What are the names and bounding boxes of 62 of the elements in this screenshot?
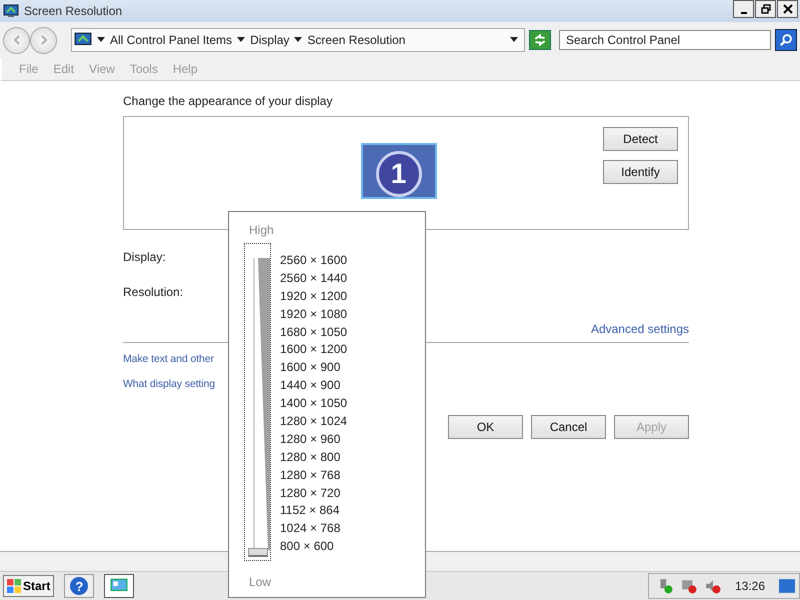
- resolution-option[interactable]: 1280 × 720: [280, 484, 348, 502]
- resolution-option[interactable]: 1280 × 800: [280, 448, 348, 467]
- slider-thumb[interactable]: [248, 548, 268, 557]
- refresh-button[interactable]: [529, 30, 551, 50]
- restore-button[interactable]: [755, 0, 776, 18]
- resolution-option[interactable]: 1440 × 900: [280, 377, 348, 396]
- caret-icon[interactable]: [97, 37, 105, 43]
- resolution-option[interactable]: 1680 × 1050: [280, 324, 348, 342]
- breadcrumb[interactable]: Screen Resolution: [307, 33, 406, 47]
- clock: 13:26: [734, 579, 765, 593]
- resolution-option[interactable]: 1600 × 900: [280, 359, 348, 378]
- search-button[interactable]: [775, 29, 797, 51]
- field-label: Display:: [123, 250, 166, 266]
- resolution-option[interactable]: 1152 × 864: [280, 502, 348, 520]
- windows-logo-icon: [7, 579, 21, 593]
- monitor-icon: [110, 578, 128, 594]
- resolution-option[interactable]: 800 × 600: [280, 538, 348, 556]
- close-button[interactable]: [777, 0, 798, 18]
- restore-icon: [760, 4, 770, 14]
- caret-icon[interactable]: [294, 37, 302, 43]
- field-label: Resolution:: [123, 285, 184, 301]
- panel-button[interactable]: Detect: [603, 127, 678, 151]
- resolution-option[interactable]: 1920 × 1200: [280, 288, 348, 306]
- help-link[interactable]: What display setting: [123, 378, 215, 393]
- resolution-slider[interactable]: [244, 243, 271, 561]
- panel-button[interactable]: Identify: [603, 160, 678, 184]
- close-icon: [782, 4, 792, 14]
- minimize-icon: [740, 12, 746, 14]
- resolution-option[interactable]: 1280 × 960: [280, 430, 348, 449]
- resolution-option[interactable]: 2560 × 1600: [280, 252, 348, 270]
- search-field[interactable]: Search Control Panel: [559, 30, 771, 50]
- resolution-option[interactable]: 1280 × 768: [280, 466, 348, 485]
- breadcrumb[interactable]: Display: [250, 33, 290, 47]
- start-button[interactable]: Start: [3, 575, 54, 597]
- help-taskbar-button[interactable]: ?: [64, 574, 94, 598]
- breadcrumb[interactable]: All Control Panel Items: [110, 33, 232, 47]
- search-icon: [779, 33, 793, 47]
- minimize-button[interactable]: [733, 0, 754, 18]
- dialog-button[interactable]: OK: [448, 415, 523, 439]
- help-link[interactable]: Make text and other: [123, 353, 214, 368]
- dialog-button[interactable]: Cancel: [531, 415, 606, 439]
- dropdown-caret-icon[interactable]: [510, 37, 518, 43]
- refresh-icon: [533, 33, 547, 47]
- muted-speaker-icon[interactable]: [704, 578, 721, 594]
- window-title: Screen Resolution: [24, 4, 122, 18]
- resolution-option[interactable]: 1400 × 1050: [280, 395, 348, 414]
- monitor-number: 1: [376, 151, 422, 197]
- resolution-option[interactable]: 1920 × 1080: [280, 306, 348, 324]
- low-label: Low: [248, 575, 272, 589]
- heading: Change the appearance of your display: [123, 94, 334, 108]
- high-label: High: [248, 223, 275, 237]
- advanced-settings-link[interactable]: Advanced settings: [590, 322, 689, 336]
- resolution-option[interactable]: 1600 × 1200: [280, 341, 348, 360]
- resolution-option[interactable]: 2560 × 1440: [280, 270, 348, 288]
- address-bar[interactable]: All Control Panel Items Display Screen Resolution: [71, 28, 525, 52]
- display-taskbar-button[interactable]: [104, 574, 134, 598]
- monitor-icon: [74, 32, 92, 48]
- network-error-icon[interactable]: [680, 578, 697, 594]
- monitor-icon: [3, 4, 19, 18]
- resolution-option[interactable]: 1024 × 768: [280, 520, 348, 538]
- resolution-option[interactable]: 1280 × 1024: [280, 413, 348, 431]
- caret-icon[interactable]: [237, 37, 246, 43]
